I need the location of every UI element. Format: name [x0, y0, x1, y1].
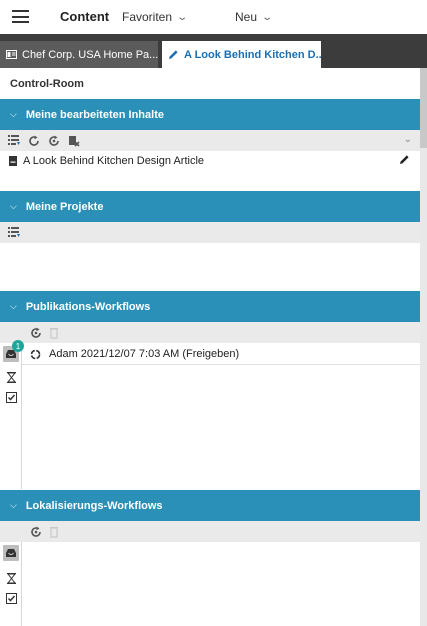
page-title: Control-Room: [10, 78, 84, 90]
document-icon: [9, 156, 17, 166]
item-label: A Look Behind Kitchen Design Article: [23, 155, 205, 167]
chevron-down-icon: ⌵: [10, 109, 17, 119]
chevron-down-icon: ⌵: [10, 301, 17, 311]
tab-kitchen-article[interactable]: A Look Behind Kitchen D... ×: [162, 41, 321, 68]
section-title: Meine Projekte: [25, 200, 104, 213]
row-divider: [22, 364, 420, 365]
tab-label: Chef Corp. USA Home Pa...: [22, 48, 158, 61]
trash-icon[interactable]: [50, 327, 58, 339]
section-title: Lokalisierungs-Workflows: [25, 499, 163, 512]
nav-new[interactable]: Neu ⌄: [235, 10, 274, 24]
toolbar-projects: [0, 222, 420, 243]
pencil-icon: [168, 49, 179, 60]
chevron-down-icon: ⌵: [10, 201, 17, 211]
toolbar-localization: [0, 521, 420, 542]
tab-bar: Chef Corp. USA Home Pa... A Look Behind …: [0, 34, 427, 68]
top-bar: Content Favoriten ⌄ Neu ⌄: [0, 0, 427, 34]
refresh-all-icon[interactable]: [30, 526, 42, 538]
page-icon: [6, 50, 17, 59]
list-item[interactable]: A Look Behind Kitchen Design Article: [0, 152, 420, 170]
edit-icon[interactable]: [399, 154, 410, 168]
checkbox-checked-icon[interactable]: [3, 389, 19, 405]
section-header-edited[interactable]: ⌵ Meine bearbeiteten Inhalte: [0, 99, 420, 130]
trash-icon[interactable]: [50, 526, 58, 538]
chevron-down-icon: ⌄: [261, 11, 274, 23]
chevron-down-icon[interactable]: ⌄: [404, 134, 412, 145]
workflow-icon: [30, 349, 41, 360]
inbox-icon[interactable]: [3, 545, 19, 561]
section-header-publication[interactable]: ⌵ Publikations-Workflows: [0, 291, 420, 322]
app-title: Content: [60, 9, 110, 24]
refresh-all-icon[interactable]: [30, 327, 42, 339]
scrollbar-thumb[interactable]: [420, 68, 427, 148]
list-options-icon[interactable]: [8, 227, 20, 238]
menu-icon[interactable]: [12, 10, 29, 23]
nav-new-label: Neu: [235, 10, 258, 24]
refresh-all-icon[interactable]: [48, 135, 60, 147]
refresh-icon[interactable]: [28, 135, 40, 147]
scrollbar-track[interactable]: [420, 68, 427, 626]
hourglass-icon[interactable]: [3, 369, 19, 385]
hourglass-icon[interactable]: [3, 570, 19, 586]
chevron-down-icon: ⌵: [10, 500, 17, 510]
nav-favorites-label: Favoriten: [122, 10, 173, 24]
item-label: Adam 2021/12/07 7:03 AM (Freigeben): [49, 348, 240, 360]
list-options-icon[interactable]: [8, 135, 20, 146]
tab-label: A Look Behind Kitchen D...: [184, 48, 321, 61]
list-item[interactable]: Adam 2021/12/07 7:03 AM (Freigeben): [22, 345, 420, 363]
remove-items-icon[interactable]: [68, 135, 80, 147]
nav-favorites[interactable]: Favoriten ⌄: [122, 10, 189, 24]
section-title: Publikations-Workflows: [25, 300, 151, 313]
toolbar-publication: [0, 322, 420, 343]
tab-chef-corp-home[interactable]: Chef Corp. USA Home Pa...: [0, 41, 158, 68]
section-title: Meine bearbeiteten Inhalte: [25, 108, 164, 121]
section-header-localization[interactable]: ⌵ Lokalisierungs-Workflows: [0, 490, 420, 521]
column-divider: [21, 542, 22, 626]
toolbar-edited: ⌄: [0, 130, 420, 151]
chevron-down-icon: ⌄: [176, 11, 189, 23]
section-header-projects[interactable]: ⌵ Meine Projekte: [0, 191, 420, 222]
checkbox-checked-icon[interactable]: [3, 590, 19, 606]
